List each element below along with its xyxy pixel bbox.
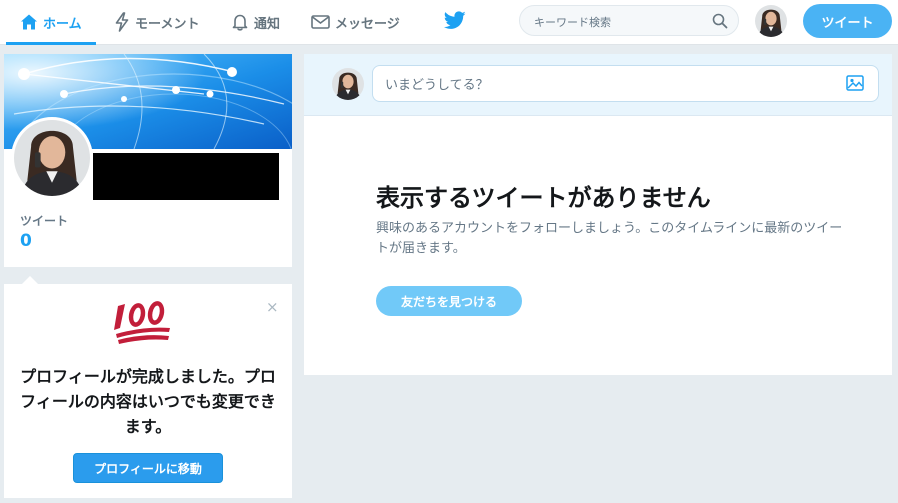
search-input[interactable]: [532, 12, 716, 32]
tweet-composer: [304, 54, 892, 116]
home-icon: [20, 13, 38, 31]
tweet-button[interactable]: ツイート: [803, 4, 892, 38]
composer-avatar[interactable]: [332, 68, 364, 100]
profile-card: ツイート 0: [4, 54, 292, 267]
find-friends-button[interactable]: 友だちを見つける: [376, 286, 522, 316]
empty-timeline-description: 興味のあるアカウントをフォローしましょう。このタイムラインに最新のツイートが届き…: [376, 221, 843, 256]
top-navigation-bar: ホーム モーメント 通知 メッセージ ツイート: [0, 0, 898, 45]
search-box: [519, 5, 739, 36]
empty-timeline-title: 表示するツイートがありません: [376, 184, 711, 212]
nav-messages-label: メッセージ: [335, 16, 400, 32]
envelope-icon: [311, 14, 330, 30]
hundred-points-icon: [114, 301, 170, 344]
tweet-count-value[interactable]: 0: [20, 231, 32, 251]
redacted-name-block: [93, 153, 279, 200]
account-avatar[interactable]: [755, 5, 787, 37]
nav-home[interactable]: ホーム: [6, 0, 96, 45]
profile-complete-message: プロフィールが完成しました。プロフィールの内容はいつでも変更できます。: [20, 367, 276, 436]
composer-box: [372, 65, 879, 102]
nav-moments[interactable]: モーメント: [114, 0, 199, 44]
nav-notifications-label: 通知: [254, 16, 281, 32]
nav-home-label: ホーム: [43, 16, 82, 32]
timeline: 表示するツイートがありません 興味のあるアカウントをフォローしましょう。このタイ…: [304, 54, 892, 375]
tweet-input[interactable]: [383, 75, 827, 95]
add-photo-icon[interactable]: [846, 75, 864, 95]
search-icon[interactable]: [712, 13, 728, 33]
lightning-icon: [114, 12, 130, 32]
profile-avatar[interactable]: [11, 117, 93, 199]
close-icon[interactable]: ×: [266, 300, 279, 315]
nav-moments-label: モーメント: [135, 16, 200, 32]
nav-messages[interactable]: メッセージ: [311, 0, 400, 44]
profile-complete-card: × プロフィールが完成しました。プロフィールの内容はいつでも変更できます。 プロ…: [4, 276, 292, 498]
twitter-bird-icon[interactable]: [443, 11, 466, 34]
bell-icon: [231, 13, 249, 31]
go-to-profile-button[interactable]: プロフィールに移動: [73, 453, 223, 483]
nav-notifications[interactable]: 通知: [231, 0, 280, 44]
tweet-count-label[interactable]: ツイート: [20, 212, 68, 229]
